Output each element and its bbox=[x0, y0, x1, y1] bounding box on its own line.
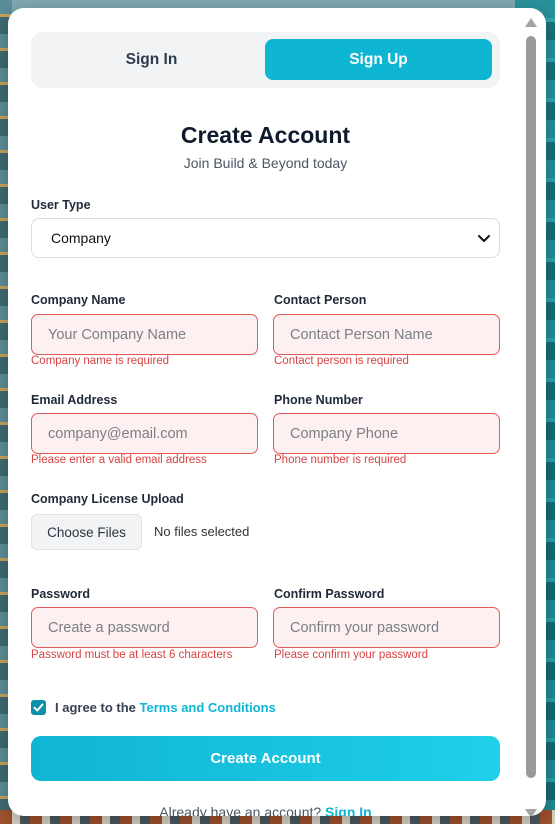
password-field[interactable]: Create a password bbox=[31, 607, 258, 648]
license-label: Company License Upload bbox=[31, 492, 184, 506]
footer-text: Already have an account? Sign In bbox=[31, 804, 500, 816]
chevron-down-icon bbox=[478, 235, 490, 242]
create-account-button[interactable]: Create Account bbox=[31, 736, 500, 781]
terms-checkbox[interactable] bbox=[31, 700, 46, 715]
tab-sign-up[interactable]: Sign Up bbox=[265, 39, 492, 80]
tab-sign-in[interactable]: Sign In bbox=[38, 39, 265, 80]
user-type-label: User Type bbox=[31, 198, 91, 212]
password-placeholder: Create a password bbox=[48, 619, 170, 636]
password-error: Password must be at least 6 characters bbox=[31, 649, 233, 661]
company-name-label: Company Name bbox=[31, 293, 126, 307]
scroll-down-arrow-icon[interactable] bbox=[525, 809, 537, 816]
email-field[interactable]: company@email.com bbox=[31, 413, 258, 454]
choose-files-button[interactable]: Choose Files bbox=[31, 514, 142, 550]
confirm-password-error: Please confirm your password bbox=[274, 649, 429, 661]
company-name-input[interactable]: Your Company Name bbox=[31, 314, 258, 355]
phone-field[interactable]: Company Phone bbox=[273, 413, 500, 454]
terms-prefix: I agree to the bbox=[55, 700, 140, 715]
contact-person-placeholder: Contact Person Name bbox=[290, 326, 433, 343]
sign-in-link[interactable]: Sign In bbox=[325, 804, 372, 816]
signup-card: Sign In Sign Up Create Account Join Buil… bbox=[8, 8, 546, 816]
page-title: Create Account bbox=[180, 122, 351, 148]
confirm-password-placeholder: Confirm your password bbox=[290, 619, 440, 636]
scrollbar-thumb[interactable] bbox=[526, 36, 536, 778]
confirm-password-field[interactable]: Confirm your password bbox=[273, 607, 500, 648]
terms-text: I agree to the Terms and Conditions bbox=[55, 700, 276, 715]
terms-link[interactable]: Terms and Conditions bbox=[140, 700, 276, 715]
file-status: No files selected bbox=[154, 524, 250, 539]
page-subtitle: Join Build & Beyond today bbox=[183, 155, 348, 171]
phone-label: Phone Number bbox=[274, 393, 363, 407]
email-label: Email Address bbox=[31, 393, 118, 407]
checkmark-icon bbox=[33, 703, 44, 712]
contact-person-label: Contact Person bbox=[274, 293, 367, 307]
scroll-up-arrow-icon[interactable] bbox=[525, 18, 537, 27]
company-name-error: Company name is required bbox=[31, 355, 170, 367]
user-type-select[interactable]: Company bbox=[31, 218, 500, 258]
auth-tabs: Sign In Sign Up bbox=[31, 32, 500, 88]
phone-error: Phone number is required bbox=[274, 454, 407, 466]
user-type-value: Company bbox=[51, 230, 111, 246]
email-placeholder: company@email.com bbox=[48, 425, 188, 442]
footer-prompt: Already have an account? bbox=[159, 804, 326, 816]
contact-person-error: Contact person is required bbox=[274, 355, 409, 367]
scrollbar[interactable] bbox=[524, 18, 538, 816]
confirm-password-label: Confirm Password bbox=[274, 587, 385, 601]
email-error: Please enter a valid email address bbox=[31, 454, 207, 466]
phone-placeholder: Company Phone bbox=[290, 425, 399, 442]
contact-person-input[interactable]: Contact Person Name bbox=[273, 314, 500, 355]
company-name-placeholder: Your Company Name bbox=[48, 326, 187, 343]
password-label: Password bbox=[31, 587, 91, 601]
